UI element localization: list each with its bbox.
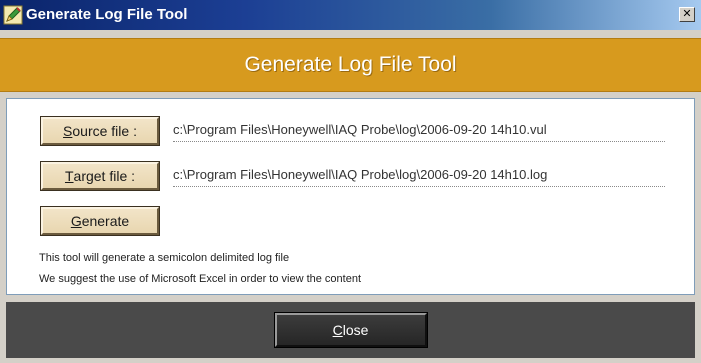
close-label: lose [342, 322, 369, 338]
source-file-path: c:\Program Files\Honeywell\IAQ Probe\log… [173, 120, 665, 142]
target-file-button[interactable]: Target file : [40, 161, 160, 191]
title-close-button[interactable]: ✕ [679, 7, 695, 22]
close-button[interactable]: Close [273, 312, 428, 348]
content-panel: Source file : c:\Program Files\Honeywell… [6, 98, 695, 295]
generate-mnemonic: G [70, 213, 82, 229]
target-file-path: c:\Program Files\Honeywell\IAQ Probe\log… [173, 165, 665, 187]
pen-tool-icon [3, 5, 23, 25]
footer-bar: Close [6, 302, 695, 358]
header-title: Generate Log File Tool [244, 53, 457, 76]
target-file-mnemonic: T [64, 168, 74, 184]
source-file-button[interactable]: Source file : [40, 116, 160, 146]
close-icon: ✕ [682, 8, 692, 20]
title-bar[interactable]: Generate Log File Tool ✕ [0, 0, 701, 30]
generate-button[interactable]: Generate [40, 206, 160, 236]
header-banner: Generate Log File Tool [0, 38, 701, 92]
close-mnemonic: C [332, 322, 343, 338]
info-text-line-2: We suggest the use of Microsoft Excel in… [39, 273, 362, 285]
window-title: Generate Log File Tool [26, 6, 188, 23]
dialog-window: Generate Log File Tool ✕ Generate Log Fi… [0, 0, 701, 363]
source-file-label: ource file : [72, 123, 137, 139]
target-file-label: arget file : [73, 168, 136, 184]
info-text-line-1: This tool will generate a semicolon deli… [39, 252, 290, 264]
generate-label: enerate [81, 213, 130, 229]
source-file-mnemonic: S [63, 123, 73, 139]
